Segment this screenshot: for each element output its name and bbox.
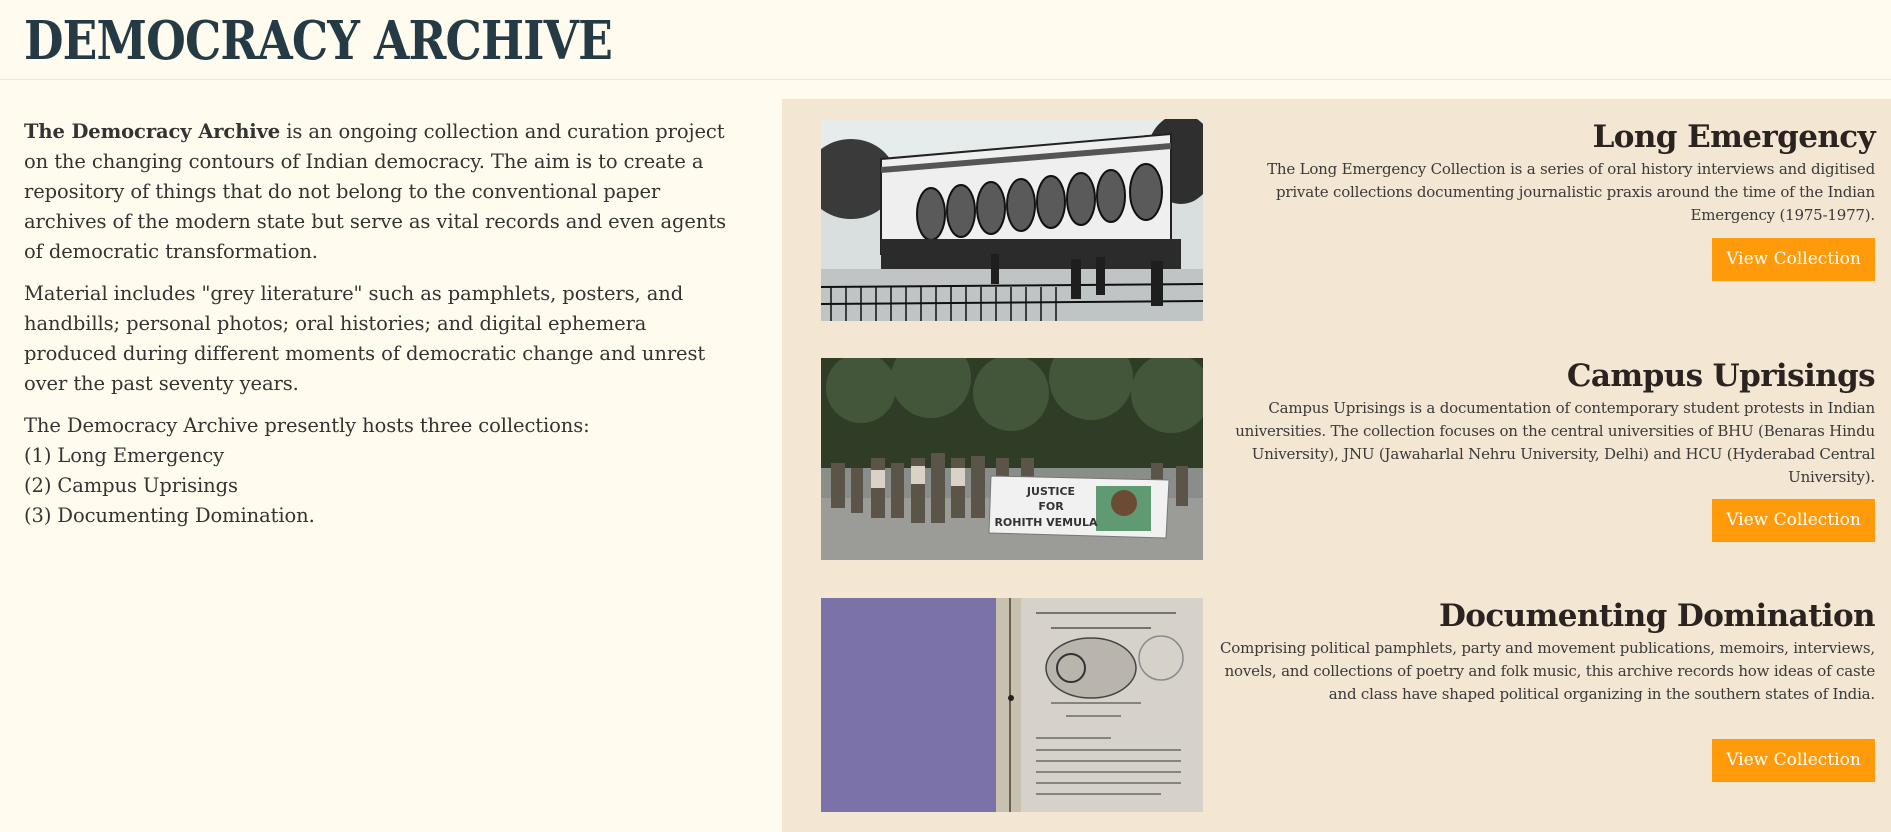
- intro-paragraph-1: The Democracy Archive is an ongoing coll…: [24, 117, 744, 267]
- site-title[interactable]: DEMOCRACY ARCHIVE: [24, 10, 613, 72]
- collection-description: The Long Emergency Collection is a serie…: [1267, 160, 1875, 224]
- collection-description: Campus Uprisings is a documentation of c…: [1235, 399, 1875, 486]
- intro-paragraph-3: The Democracy Archive presently hosts th…: [24, 411, 744, 531]
- collection-description: Comprising political pamphlets, party an…: [1220, 639, 1875, 703]
- collection-title[interactable]: Documenting Domination: [1439, 598, 1876, 634]
- long-emergency-image[interactable]: [821, 119, 1203, 321]
- intro-section: The Democracy Archive is an ongoing coll…: [24, 117, 744, 543]
- campus-uprisings-image[interactable]: JUSTICE FOR ROHITH VEMULA: [821, 358, 1203, 560]
- intro-lead-strong: The Democracy Archive: [24, 120, 281, 143]
- banner-line-1: JUSTICE: [1026, 485, 1075, 498]
- banner-line-2: FOR: [1038, 500, 1064, 513]
- view-collection-button[interactable]: View Collection: [1712, 238, 1875, 281]
- collection-list-item: (3) Documenting Domination.: [24, 504, 315, 527]
- view-collection-button[interactable]: View Collection: [1712, 739, 1875, 782]
- collection-card-campus-uprisings: JUSTICE FOR ROHITH VEMULA Campus Uprisin…: [821, 358, 1876, 560]
- intro-paragraph-2: Material includes "grey literature" such…: [24, 282, 706, 395]
- collection-list-item: (1) Long Emergency: [24, 444, 225, 467]
- collection-title[interactable]: Long Emergency: [1593, 119, 1876, 155]
- collections-panel: Long Emergency The Long Emergency Collec…: [782, 99, 1891, 832]
- view-collection-button[interactable]: View Collection: [1712, 499, 1875, 542]
- collection-card-long-emergency: Long Emergency The Long Emergency Collec…: [821, 119, 1876, 321]
- banner-line-3: ROHITH VEMULA: [994, 516, 1098, 529]
- collections-lead: The Democracy Archive presently hosts th…: [24, 414, 590, 437]
- site-header: DEMOCRACY ARCHIVE: [0, 0, 1891, 80]
- collection-card-documenting-domination: Documenting Domination Comprising politi…: [821, 598, 1876, 812]
- collection-title[interactable]: Campus Uprisings: [1567, 358, 1876, 394]
- documenting-domination-image[interactable]: [821, 598, 1203, 812]
- collection-list-item: (2) Campus Uprisings: [24, 474, 238, 497]
